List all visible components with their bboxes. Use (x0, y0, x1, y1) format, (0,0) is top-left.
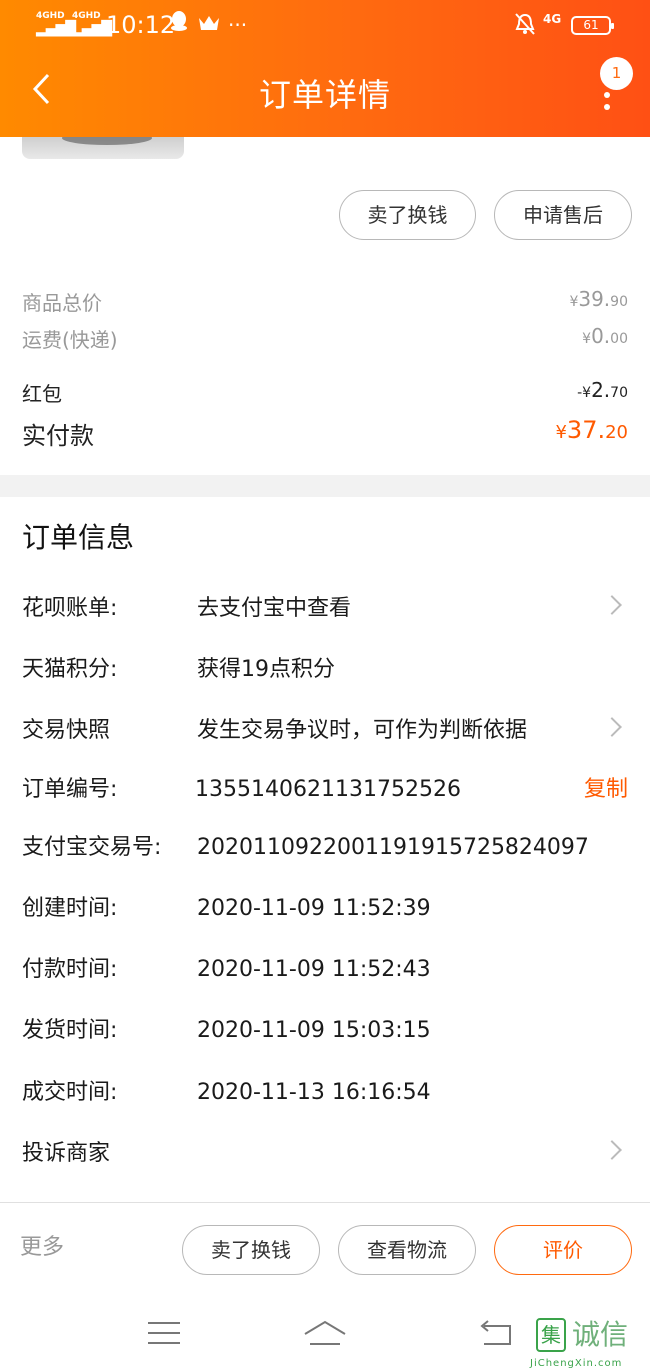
copy-button[interactable]: 复制 (584, 775, 628, 805)
menu-icon-line (148, 1332, 180, 1334)
battery-icon: 61 (571, 16, 614, 35)
row-label: 投诉商家 (22, 1141, 111, 1166)
goods-total-value: ¥39.90 (569, 287, 628, 311)
watermark-url: JiChengXin.com (530, 1358, 623, 1369)
order-info-title: 订单信息 (22, 521, 135, 554)
row-label: 订单编号: (22, 777, 118, 802)
row-paid-time: 付款时间: 2020-11-09 11:52:43 (0, 945, 650, 995)
signal-1-icon: 4GHD ▂▄▆█ (36, 11, 76, 37)
sell-button-top[interactable]: 卖了换钱 (339, 190, 476, 240)
goods-total-int: 39. (578, 287, 611, 311)
row-value: 获得19点积分 (197, 657, 335, 682)
battery-level: 61 (583, 18, 599, 32)
signal-1-label: 4GHD (36, 11, 65, 21)
order-detail-page: 4GHD ▂▄▆█ 4GHD ▂▄▆█ 10:12 ··· 4G 61 订单详情… (0, 0, 650, 1372)
row-trade-snapshot[interactable]: 交易快照 发生交易争议时，可作为判断依据 (0, 706, 650, 756)
menu-icon-line (148, 1322, 180, 1324)
redpacket-int: 2. (591, 378, 611, 402)
more-link[interactable]: 更多 (20, 1233, 64, 1263)
row-value: 2020-11-09 15:03:15 (197, 1018, 431, 1043)
chevron-right-icon (602, 717, 622, 737)
row-created-time: 创建时间: 2020-11-09 11:52:39 (0, 884, 650, 934)
paid-dec: 20 (605, 422, 628, 443)
paid-int: 37. (566, 416, 606, 444)
status-time: 10:12 (106, 11, 176, 39)
row-value: 2020110922001191915725824097 (197, 835, 589, 860)
redpacket-value: -¥2.70 (577, 378, 628, 402)
header: 4GHD ▂▄▆█ 4GHD ▂▄▆█ 10:12 ··· 4G 61 订单详情… (0, 0, 650, 137)
home-icon[interactable] (300, 1318, 350, 1348)
row-complain-seller[interactable]: 投诉商家 (0, 1129, 650, 1179)
status-more-icon: ··· (228, 13, 248, 37)
bottom-bar-divider (0, 1202, 650, 1203)
vertical-dots-icon (604, 92, 610, 98)
after-sale-button[interactable]: 申请售后 (494, 190, 632, 240)
row-label: 创建时间: (22, 896, 118, 921)
row-value: 1355140621131752526 (195, 777, 461, 802)
vertical-dots-icon-dot (604, 104, 610, 110)
row-value: 2020-11-09 11:52:39 (197, 896, 431, 921)
shipping-int: 0. (591, 324, 611, 348)
row-value: 发生交易争议时，可作为判断依据 (197, 718, 528, 743)
watermark-logo-icon: 集 (536, 1318, 566, 1352)
section-divider (0, 475, 650, 497)
row-label: 付款时间: (22, 957, 118, 982)
network-label: 4G (543, 12, 562, 26)
paid-label: 实付款 (22, 422, 94, 450)
page-title: 订单详情 (258, 76, 391, 114)
signal-2-label: 4GHD (72, 11, 101, 21)
redpacket-dec: 70 (610, 385, 628, 401)
row-shipped-time: 发货时间: 2020-11-09 15:03:15 (0, 1006, 650, 1056)
notification-badge: 1 (600, 57, 633, 90)
row-order-number: 订单编号: 1355140621131752526 复制 (0, 765, 650, 815)
row-value: 2020-11-13 16:16:54 (197, 1080, 431, 1105)
shipping-yen: ¥ (582, 331, 592, 347)
paid-value: ¥37.20 (555, 416, 628, 444)
row-label: 支付宝交易号: (22, 835, 162, 860)
menu-icon[interactable] (148, 1322, 180, 1346)
row-alipay-trade-number: 支付宝交易号: 2020110922001191915725824097 (0, 823, 650, 873)
watermark: 集 诚信 JiChengXin.com (530, 1318, 650, 1372)
row-huabei-bill[interactable]: 花呗账单: 去支付宝中查看 (0, 584, 650, 634)
row-label: 成交时间: (22, 1080, 118, 1105)
return-icon[interactable] (478, 1318, 514, 1348)
goods-total-dec: 90 (610, 294, 628, 310)
row-tmall-points: 天猫积分: 获得19点积分 (0, 645, 650, 695)
shipping-value: ¥0.00 (582, 324, 628, 348)
view-logistics-button[interactable]: 查看物流 (338, 1225, 476, 1275)
chevron-right-icon (602, 1140, 622, 1160)
status-bar: 4GHD ▂▄▆█ 4GHD ▂▄▆█ 10:12 ··· 4G 61 (0, 0, 650, 50)
row-value: 2020-11-09 11:52:43 (197, 957, 431, 982)
product-thumbnail[interactable] (22, 137, 184, 159)
sell-button-bottom[interactable]: 卖了换钱 (182, 1225, 320, 1275)
bell-muted-icon (514, 12, 536, 41)
row-label: 天猫积分: (22, 657, 118, 682)
qq-icon (170, 10, 188, 40)
paid-yen: ¥ (555, 422, 567, 443)
redpacket-label: 红包 (22, 382, 62, 406)
row-label: 发货时间: (22, 1018, 118, 1043)
shipping-dec: 00 (610, 331, 628, 347)
shipping-label: 运费(快递) (22, 328, 118, 352)
goods-total-label: 商品总价 (22, 291, 102, 315)
review-button[interactable]: 评价 (494, 1225, 632, 1275)
row-completed-time: 成交时间: 2020-11-13 16:16:54 (0, 1068, 650, 1118)
row-value: 去支付宝中查看 (197, 596, 352, 621)
watermark-text: 诚信 (572, 1318, 629, 1351)
row-label: 花呗账单: (22, 596, 118, 621)
redpacket-yen: -¥ (577, 385, 592, 401)
row-label: 交易快照 (22, 718, 111, 743)
menu-icon-line (148, 1342, 180, 1344)
chevron-right-icon (602, 595, 622, 615)
crown-icon (198, 10, 220, 40)
